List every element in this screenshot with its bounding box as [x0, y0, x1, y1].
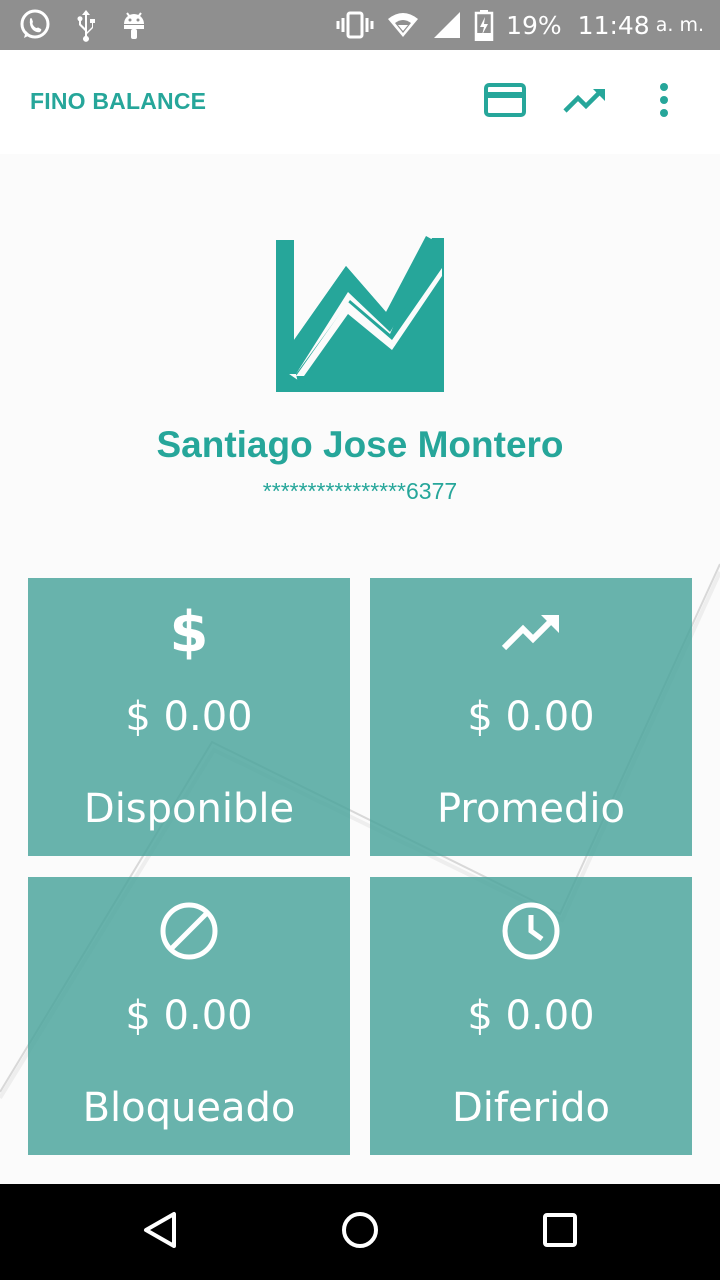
more-options-button[interactable]	[636, 74, 692, 130]
signal-icon	[432, 10, 462, 40]
tile-promedio[interactable]: $ 0.00 Promedio	[370, 578, 692, 856]
dollar-icon: $	[28, 600, 350, 664]
system-nav-bar	[0, 1184, 720, 1280]
app-logo	[276, 236, 448, 392]
account-holder-name: Santiago Jose Montero	[156, 424, 564, 465]
more-vert-icon	[659, 82, 669, 123]
status-left-icons	[0, 8, 148, 42]
tile-label: Diferido	[451, 1085, 611, 1131]
svg-text:$: $	[170, 603, 209, 661]
tile-label: Disponible	[83, 786, 295, 832]
home-button[interactable]	[336, 1208, 384, 1256]
back-button[interactable]	[136, 1208, 184, 1256]
clock-icon	[370, 899, 692, 963]
android-icon	[120, 8, 148, 42]
app-title: FINO BALANCE	[30, 88, 207, 114]
tile-amount: $ 0.00	[125, 694, 253, 740]
back-triangle-icon	[140, 1210, 180, 1255]
tile-amount: $ 0.00	[467, 694, 595, 740]
tile-label: Bloqueado	[82, 1085, 296, 1131]
tile-diferido[interactable]: $ 0.00 Diferido	[370, 877, 692, 1155]
tile-bloqueado[interactable]: $ 0.00 Bloqueado	[28, 877, 350, 1155]
chart-logo-icon	[276, 236, 448, 392]
wifi-icon	[386, 11, 420, 39]
trending-button[interactable]	[557, 74, 613, 130]
clock-time: 11:48	[577, 10, 650, 40]
trending-up-icon	[563, 86, 607, 119]
credit-card-icon	[484, 82, 526, 122]
usb-icon	[74, 8, 98, 42]
vibrate-icon	[336, 10, 374, 40]
masked-card-number: ****************6377	[262, 478, 458, 504]
home-circle-icon	[340, 1210, 380, 1255]
recents-button[interactable]	[536, 1208, 584, 1256]
credit-card-button[interactable]	[477, 74, 533, 130]
battery-percent: 19%	[506, 10, 562, 40]
status-bar: 19% 11:48 a. m.	[0, 0, 720, 50]
recents-square-icon	[540, 1210, 580, 1255]
battery-icon	[474, 9, 494, 41]
app-bar: FINO BALANCE	[0, 50, 720, 154]
trending-up-icon	[370, 600, 692, 664]
tile-label: Promedio	[436, 786, 625, 832]
tile-amount: $ 0.00	[125, 993, 253, 1039]
clock-ampm: a. m.	[655, 14, 704, 36]
blocked-icon	[28, 899, 350, 963]
status-right-icons: 19% 11:48 a. m.	[336, 9, 720, 41]
tile-amount: $ 0.00	[467, 993, 595, 1039]
tile-disponible[interactable]: $ $ 0.00 Disponible	[28, 578, 350, 856]
whatsapp-icon	[18, 8, 52, 42]
